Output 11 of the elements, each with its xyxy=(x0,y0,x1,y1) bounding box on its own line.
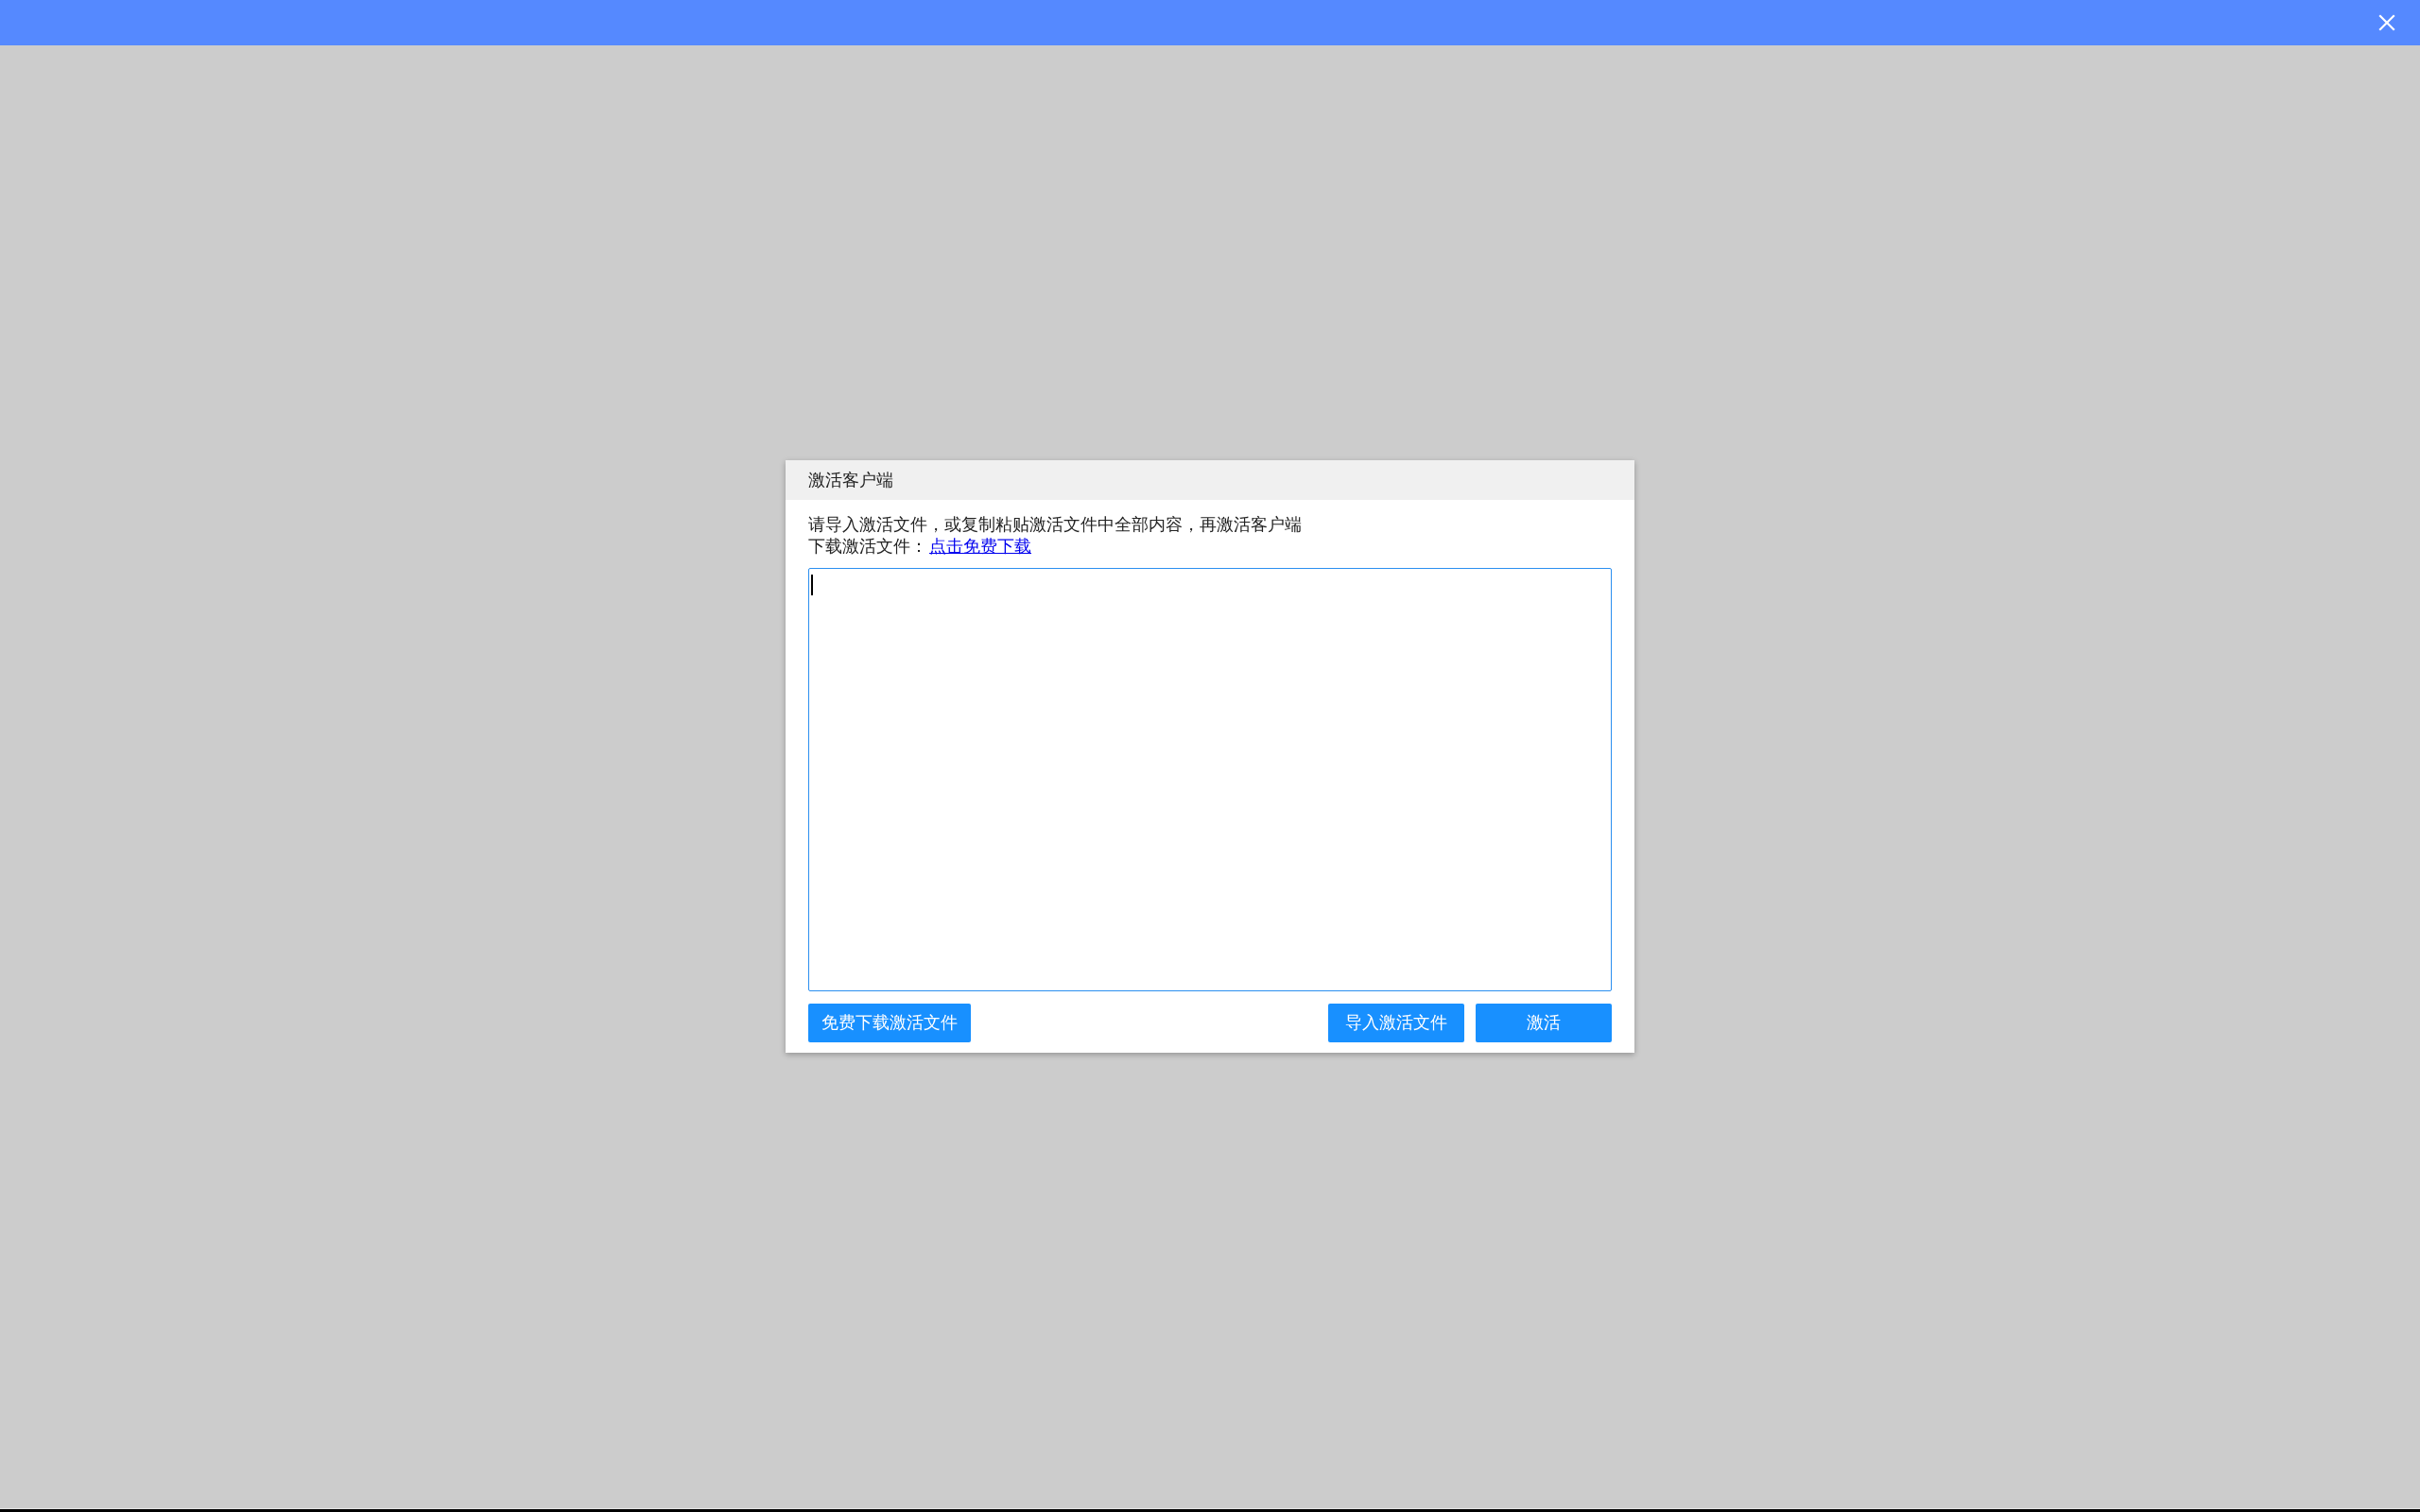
dialog-title: 激活客户端 xyxy=(808,468,893,491)
import-file-button[interactable]: 导入激活文件 xyxy=(1328,1003,1464,1042)
activate-button[interactable]: 激活 xyxy=(1476,1003,1612,1042)
text-area-field[interactable] xyxy=(808,567,1612,991)
download-file-button[interactable]: 免费下载激活文件 xyxy=(808,1003,971,1042)
close-button[interactable] xyxy=(2378,14,2395,31)
download-link[interactable]: 点击免费下载 xyxy=(929,534,1031,557)
text-cursor-icon xyxy=(811,574,813,595)
download-label: 下载激活文件： xyxy=(808,534,927,557)
instruction-text: 请导入激活文件，或复制粘贴激活文件中全部内容，再激活客户端 xyxy=(808,512,1303,535)
close-icon xyxy=(2378,14,2395,31)
